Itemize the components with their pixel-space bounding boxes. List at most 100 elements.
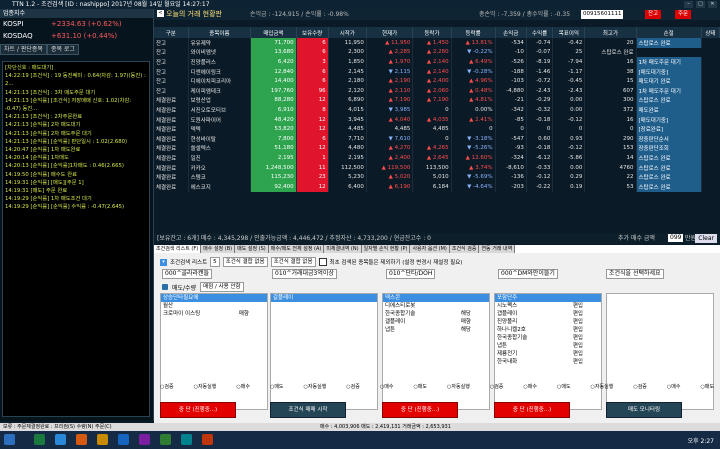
radio-option[interactable]: ○매수 (236, 383, 250, 390)
table-row[interactable]: 잔고 유유제약 71,700 6 11,950 ▲ 11,950 ▲ 1,450 ▲ 13.8… (154, 38, 720, 48)
browser-icon[interactable] (55, 434, 66, 445)
maximize-button[interactable]: □ (696, 1, 705, 8)
column-header[interactable]: 시작가 (328, 27, 367, 38)
column-header[interactable]: 상태 (701, 27, 720, 38)
extra-buy-input[interactable]: 099 (668, 234, 684, 242)
cond-combo-2[interactable]: 조건식 결합 없음 (270, 257, 316, 267)
table-row[interactable]: 잔고 디에이치피코리아 14,400 6 2,180 ▲ 2,190 ▲ 2,400 ▲ 4.… (154, 76, 720, 86)
close-button[interactable]: ✕ (708, 1, 717, 8)
list-item[interactable]: 진양폴리 편입 (495, 318, 601, 326)
list-item[interactable]: 갭플레이 편입 (495, 310, 601, 318)
list-item[interactable]: 월산 (161, 302, 267, 310)
order-button[interactable]: 주문 (675, 10, 692, 19)
radio-option[interactable]: ○자동실행 (591, 383, 614, 390)
account-select[interactable]: 00915601111 (581, 10, 623, 19)
dropdown-icon[interactable]: ▾ (160, 258, 167, 266)
stop-button-2[interactable]: 중 단 (진행중...) (382, 402, 458, 418)
table-row[interactable]: 체결완료 카카오 1,248,500 11 112,500 ▲ 119,500 113,50… (154, 162, 720, 173)
tab-bottom[interactable]: 미체결내역 (N) (324, 245, 362, 253)
app-icon[interactable] (76, 434, 87, 445)
list-item[interactable]: 한국내화 편입 (495, 358, 601, 366)
list-item[interactable]: 디에스티로봇 (383, 302, 489, 310)
tab-chart[interactable]: 차트 / 판단종목 (0, 44, 47, 55)
column-header[interactable]: 손익금 (495, 27, 527, 38)
stop-button-1[interactable]: 중 단 (진행중...) (160, 402, 236, 418)
cond-field-4[interactable]: 000^DM와안이뜰기 (498, 269, 558, 279)
table-row[interactable]: 체결완료 보령산업 88,280 12 6,890 ▲ 7,190 ▲ 7,190 ▲ 4.8… (154, 95, 720, 106)
start-icon[interactable] (4, 434, 15, 445)
cond-field-1[interactable]: 000^골라라캔들 (162, 269, 213, 279)
toggle-icon[interactable] (162, 284, 168, 290)
cond-field-2[interactable]: 010^거래대금3억이상 (272, 269, 337, 279)
app-icon[interactable] (202, 434, 213, 445)
table-row[interactable]: 잔고 와이비엠넷 13,680 6 2,300 ▲ 2,285 ▲ 2,280 ▼ -0.22… (154, 47, 720, 58)
list-item[interactable]: 한국종합기술 편입 (495, 334, 601, 342)
list-item[interactable]: 갤플레이 매향 (383, 318, 489, 326)
table-row[interactable]: 체결완료 에스코지 92,400 12 6,400 ▲ 6,190 6,184 ▼ -4.64… (154, 181, 720, 192)
stop-button-3[interactable]: 중 단 (진행중...) (494, 402, 570, 418)
balance-button[interactable]: 잔고 (645, 10, 662, 19)
exclude-checkbox[interactable] (318, 258, 327, 266)
column-header[interactable]: 등락가 (412, 27, 452, 38)
table-row[interactable]: 잔고 진양플러스 6,420 3 1,850 ▲ 1,970 ▲ 2,140 ▲ 6.49% -… (154, 57, 720, 67)
radio-option[interactable]: ○검증 (490, 383, 504, 390)
tab-bottom[interactable]: 매도 설정 (S) (235, 245, 269, 253)
list-item[interactable]: 시노펙스 편입 (495, 302, 601, 310)
column-header[interactable]: 수익률 (526, 27, 554, 38)
list-item[interactable]: 한국종합기술 해당 (383, 310, 489, 318)
list-item[interactable]: 하나니켈2호 편입 (495, 326, 601, 334)
radio-option[interactable]: ○매도 (700, 383, 714, 390)
tab-bottom[interactable]: 일자별 손익 현황 (P) (361, 245, 411, 253)
column-header[interactable]: 목표이익 (552, 27, 586, 38)
radio-option[interactable]: ○검증 (633, 383, 647, 390)
radio-option[interactable]: ○자동실행 (447, 383, 470, 390)
table-row[interactable]: 잔고 디엔에이링크 12,840 6 2,145 ▼ 2,115 ▲ 2,140 ▼ -0.2… (154, 66, 720, 77)
tab-bottom[interactable]: 매수 설정 (B) (201, 245, 236, 253)
column-header[interactable]: 매입금액 (250, 27, 297, 38)
tab-bottom[interactable]: 매수/매도 전체 설정 (A) (268, 245, 325, 253)
radio-option[interactable]: ○매수 (380, 383, 394, 390)
app-icon[interactable] (34, 434, 45, 445)
table-row[interactable]: 체결완료 일진 2,195 1 2,195 ▲ 2,400 ▲ 2,645 ▲ 12.60% -… (154, 153, 720, 163)
start-button[interactable]: 조건식 매매 시작 (270, 402, 346, 418)
radio-option[interactable]: ○매도 (270, 383, 284, 390)
tab-bottom[interactable]: 조건식 검증 (449, 245, 480, 253)
radio-option[interactable]: ○매수 (667, 383, 681, 390)
tab-bottom[interactable]: 사용자 옵션 (M) (410, 245, 450, 253)
radio-option[interactable]: ○매수 (523, 383, 537, 390)
folder-icon[interactable] (97, 434, 108, 445)
tab-bottom[interactable]: 조건검색 리스트 (F) (154, 245, 202, 253)
radio-option[interactable]: ○검증 (160, 383, 174, 390)
column-header[interactable]: 보유수량 (296, 27, 329, 38)
sell-monitor-button[interactable]: 매도 모니터링 (606, 402, 682, 418)
cond-field-3[interactable]: 010^단타/DOH (386, 269, 436, 279)
cond-count[interactable]: 5 (210, 257, 220, 267)
column-header[interactable]: 손절 (636, 27, 702, 38)
radio-option[interactable]: ○자동실행 (304, 383, 327, 390)
app-icon[interactable] (181, 434, 192, 445)
table-row[interactable]: 체결완료 스템코 115,230 23 5,230 ▲ 5,020 5,010 ▼ -5.69… (154, 172, 720, 182)
table-row[interactable]: 잔고 케이피엠테크 197,760 96 2,120 ▲ 2,110 ▲ 2,060 ▲ 0.… (154, 85, 720, 96)
list-item[interactable]: 냅튼 편입 (495, 342, 601, 350)
radio-option[interactable]: ○자동실행 (194, 383, 217, 390)
column-header[interactable]: 종목이름 (188, 27, 252, 38)
table-row[interactable]: 체결완료 쓸셀텍스 51,180 12 4,480 ▲ 4,270 ▲ 4,265 ▼ -5.… (154, 143, 720, 154)
tab-log[interactable]: 종목 로그 (46, 44, 79, 55)
column-header[interactable]: 등락률 (451, 27, 496, 38)
cond-field-5[interactable]: 조건식을 선택하세요 (606, 269, 664, 279)
app-icon[interactable] (118, 434, 129, 445)
cond-combo-1[interactable]: 조건식 결합 없음 (222, 257, 268, 267)
list-item[interactable]: 크로마이 이스팅 매향 (161, 310, 267, 318)
list-item[interactable]: 냅튼 해당 (383, 326, 489, 334)
clear-button[interactable]: Clear (695, 234, 717, 243)
column-header[interactable]: 최고가 (584, 27, 637, 38)
radio-option[interactable]: ○검증 (346, 383, 360, 390)
app-icon[interactable] (139, 434, 150, 445)
table-row[interactable]: 체결완료 덱텍 53,820 12 4,485 4,485 4,485 0 0 0 0 0 [장료완료] (154, 124, 720, 134)
column-header[interactable]: 구분 (154, 27, 189, 38)
tab-bottom[interactable]: 연동 거래 내역 (479, 245, 516, 253)
table-row[interactable]: 체결완료 현성바이탈 7,800 6 7,710 ▼ 7,610 0 ▼ -3.18% -547… (154, 133, 720, 144)
list-item[interactable]: 제룡전기 편입 (495, 350, 601, 358)
collapse-icon[interactable]: < (157, 10, 164, 17)
table-row[interactable]: 체결완료 서진오토모티브 6,910 8 4,015 ▼ 3,985 0 0.00% -342-… (154, 105, 720, 115)
